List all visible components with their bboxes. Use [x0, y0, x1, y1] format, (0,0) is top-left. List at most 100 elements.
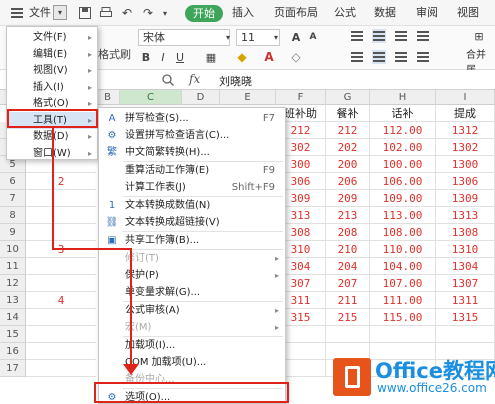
- justify-icon[interactable]: [416, 50, 430, 64]
- formula-input[interactable]: 刘晓晓: [219, 73, 252, 89]
- menu-item-chinese-conversion[interactable]: 繁中文简繁转换(H)...: [99, 144, 285, 161]
- table-cell[interactable]: 1311: [436, 292, 495, 309]
- align-left-icon[interactable]: [350, 50, 364, 64]
- row-header[interactable]: 11: [0, 258, 26, 275]
- table-cell[interactable]: 210: [326, 241, 370, 258]
- row-header[interactable]: 15: [0, 326, 26, 343]
- row-header[interactable]: 6: [0, 173, 26, 190]
- column-header-g[interactable]: G: [326, 90, 370, 105]
- group-number-cell[interactable]: [26, 275, 96, 292]
- table-cell[interactable]: 208: [326, 224, 370, 241]
- table-cell[interactable]: 1309: [436, 190, 495, 207]
- column-header-h[interactable]: H: [370, 90, 436, 105]
- table-cell[interactable]: 100.00: [370, 156, 436, 173]
- table-cell[interactable]: 211: [326, 292, 370, 309]
- borders-icon[interactable]: ▦: [204, 50, 218, 64]
- group-number-cell[interactable]: [26, 190, 96, 207]
- table-cell[interactable]: [326, 326, 370, 343]
- row-header[interactable]: 14: [0, 309, 26, 326]
- file-menu-label[interactable]: 文件: [29, 0, 51, 26]
- more-chevron-icon[interactable]: ▾: [160, 7, 170, 19]
- menu-item-spell-check[interactable]: A 拼写检查(S)... F7: [99, 110, 285, 127]
- decrease-font-icon[interactable]: A: [306, 29, 320, 45]
- zoom-icon[interactable]: [161, 73, 175, 87]
- table-cell[interactable]: 112.00: [370, 122, 436, 139]
- indent-icon[interactable]: [416, 29, 430, 43]
- column-header-e[interactable]: E: [220, 90, 276, 105]
- save-icon[interactable]: [78, 6, 92, 20]
- table-cell[interactable]: [370, 326, 436, 343]
- table-cell[interactable]: 213: [326, 207, 370, 224]
- group-number-cell[interactable]: [26, 224, 96, 241]
- table-cell[interactable]: 1306: [436, 173, 495, 190]
- table-cell[interactable]: 1307: [436, 275, 495, 292]
- table-cell[interactable]: 108.00: [370, 224, 436, 241]
- menu-item-protection[interactable]: 保护(P) ▸: [99, 267, 285, 284]
- group-number-cell[interactable]: 2: [26, 173, 96, 190]
- table-cell[interactable]: 109.00: [370, 190, 436, 207]
- hamburger-menu-icon[interactable]: [10, 7, 24, 19]
- group-number-cell[interactable]: [26, 258, 96, 275]
- menu-item-recalculate-workbook[interactable]: 重算活动工作簿(E) F9: [99, 162, 285, 179]
- table-cell[interactable]: 113.00: [370, 207, 436, 224]
- table-cell[interactable]: 106.00: [370, 173, 436, 190]
- header-cell-meal-allowance[interactable]: 餐补: [326, 105, 370, 122]
- tab-data[interactable]: 数据: [374, 0, 396, 26]
- table-cell[interactable]: 1304: [436, 258, 495, 275]
- font-name-select[interactable]: 宋体: [138, 29, 230, 46]
- group-number-cell[interactable]: [26, 309, 96, 326]
- merge-center-icon[interactable]: ⊞: [472, 29, 486, 43]
- table-cell[interactable]: 206: [326, 173, 370, 190]
- tab-page-layout[interactable]: 页面布局: [274, 0, 318, 26]
- tab-formulas[interactable]: 公式: [334, 0, 356, 26]
- tab-start[interactable]: 开始: [185, 5, 223, 22]
- increase-font-icon[interactable]: A: [289, 29, 303, 45]
- row-header[interactable]: 10: [0, 241, 26, 258]
- table-cell[interactable]: 1302: [436, 139, 495, 156]
- tab-insert[interactable]: 插入: [232, 0, 254, 26]
- table-cell[interactable]: 102.00: [370, 139, 436, 156]
- fx-label[interactable]: fx: [189, 72, 200, 86]
- menu-item-macro[interactable]: 宏(M) ▸: [99, 319, 285, 336]
- header-cell-phone-allowance[interactable]: 话补: [370, 105, 436, 122]
- table-cell[interactable]: 110.00: [370, 241, 436, 258]
- font-color-icon[interactable]: A: [262, 50, 276, 64]
- menu-item-view[interactable]: 视图(V) ▸: [7, 62, 97, 79]
- tab-view[interactable]: 视图: [457, 0, 479, 26]
- table-cell[interactable]: 115.00: [370, 309, 436, 326]
- undo-icon[interactable]: ↶: [120, 5, 134, 20]
- row-header[interactable]: 13: [0, 292, 26, 309]
- italic-icon[interactable]: I: [157, 50, 169, 64]
- table-cell[interactable]: 1315: [436, 309, 495, 326]
- align-top-center-icon[interactable]: [372, 29, 386, 43]
- row-header[interactable]: 7: [0, 190, 26, 207]
- table-cell[interactable]: 1313: [436, 207, 495, 224]
- menu-item-insert[interactable]: 插入(I) ▸: [7, 79, 97, 96]
- align-top-left-icon[interactable]: [350, 29, 364, 43]
- menu-item-text-to-hyperlink[interactable]: ⛓ 文本转换成超链接(V): [99, 214, 285, 231]
- table-cell[interactable]: 209: [326, 190, 370, 207]
- column-header-f[interactable]: F: [276, 90, 326, 105]
- table-cell[interactable]: [436, 326, 495, 343]
- font-name-chevron-icon[interactable]: ▾: [224, 31, 232, 43]
- menu-item-track-changes[interactable]: 修订(T) ▸: [99, 250, 285, 267]
- menu-item-share-workbook[interactable]: ▣ 共享工作簿(B)...: [99, 232, 285, 249]
- column-header-d[interactable]: D: [182, 90, 220, 105]
- group-number-cell[interactable]: [26, 343, 96, 360]
- table-cell[interactable]: 202: [326, 139, 370, 156]
- fill-color-icon[interactable]: ◆: [235, 50, 249, 64]
- table-cell[interactable]: 200: [326, 156, 370, 173]
- menu-item-text-to-number[interactable]: 1 文本转换成数值(N): [99, 197, 285, 214]
- column-header-b[interactable]: B: [96, 90, 120, 105]
- row-header[interactable]: 17: [0, 360, 26, 377]
- table-cell[interactable]: 107.00: [370, 275, 436, 292]
- table-cell[interactable]: 111.00: [370, 292, 436, 309]
- menu-item-add-ins[interactable]: 加载项(I)...: [99, 337, 285, 354]
- menu-item-file[interactable]: 文件(F) ▸: [7, 29, 97, 46]
- group-number-cell[interactable]: [26, 207, 96, 224]
- underline-icon[interactable]: U: [174, 50, 186, 64]
- table-cell[interactable]: 207: [326, 275, 370, 292]
- menu-item-spell-language[interactable]: ⚙ 设置拼写检查语言(C)...: [99, 127, 285, 144]
- align-center-icon[interactable]: [372, 50, 386, 64]
- align-top-right-icon[interactable]: [394, 29, 408, 43]
